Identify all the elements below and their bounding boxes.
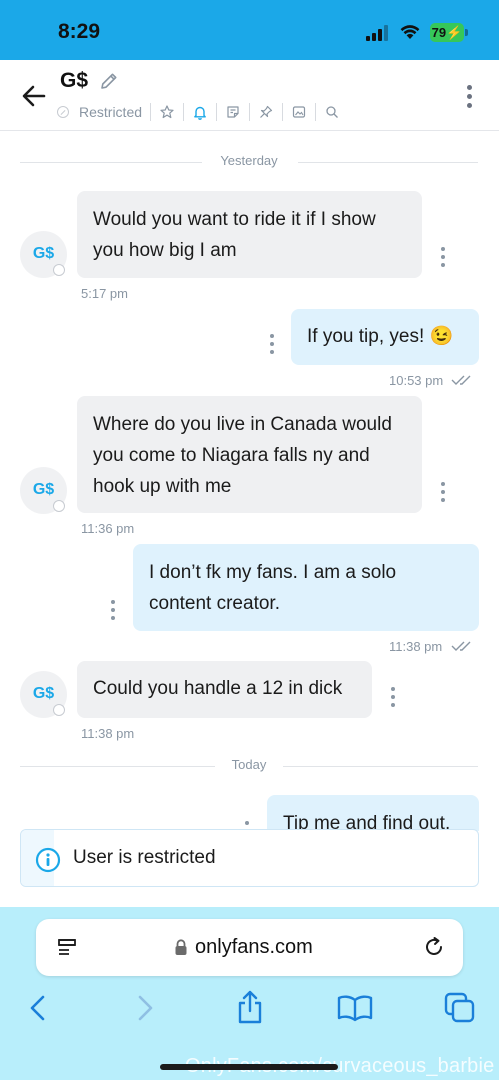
message-incoming[interactable]: Could you handle a 12 in dick xyxy=(77,661,372,718)
divider xyxy=(282,103,284,121)
avatar-initials: G$ xyxy=(32,245,55,262)
reader-mode-icon[interactable] xyxy=(57,937,77,957)
restricted-icon xyxy=(57,106,69,118)
avatar[interactable]: G$ xyxy=(20,231,67,278)
message-incoming[interactable]: Would you want to ride it if I show you … xyxy=(77,191,422,278)
status-time: 8:29 xyxy=(58,20,101,43)
date-divider-today: Today xyxy=(20,756,478,776)
message-options-icon[interactable] xyxy=(440,482,446,502)
forward-icon[interactable] xyxy=(135,994,155,1022)
message-time: 11:38 pm xyxy=(389,639,443,654)
home-indicator[interactable] xyxy=(160,1064,338,1070)
message-time: 10:53 pm xyxy=(389,373,444,388)
chat-header: G$ Restricted xyxy=(0,60,499,131)
star-icon[interactable] xyxy=(156,102,178,122)
image-icon[interactable] xyxy=(288,102,310,122)
back-arrow-icon[interactable] xyxy=(20,82,48,110)
status-bar: 8:29 79⚡ xyxy=(0,0,499,60)
divider xyxy=(249,103,251,121)
restricted-banner-text: User is restricted xyxy=(73,847,216,868)
message-time: 11:36 pm xyxy=(81,521,135,536)
avatar[interactable]: G$ xyxy=(20,671,67,718)
restricted-badge xyxy=(53,704,65,716)
battery-indicator: 79⚡ xyxy=(430,23,464,42)
lock-icon xyxy=(175,939,187,955)
message-options-icon[interactable] xyxy=(269,334,275,354)
message-time: 11:38 pm xyxy=(81,726,135,741)
restricted-banner: User is restricted xyxy=(20,829,479,887)
divider xyxy=(315,103,317,121)
note-icon[interactable] xyxy=(222,102,244,122)
date-divider-label: Yesterday xyxy=(220,153,278,168)
header-toolbar: Restricted xyxy=(57,102,343,122)
message-text: I don’t fk my fans. I am a solo content … xyxy=(149,562,397,614)
message-options-icon[interactable] xyxy=(440,247,446,267)
message-options-icon[interactable] xyxy=(110,600,116,620)
back-icon[interactable] xyxy=(28,994,48,1022)
info-icon xyxy=(35,847,61,873)
share-icon[interactable] xyxy=(235,989,265,1025)
url-domain[interactable]: onlyfans.com xyxy=(195,936,313,959)
restricted-label[interactable]: Restricted xyxy=(79,104,142,120)
pencil-icon[interactable] xyxy=(99,71,119,91)
date-divider-label: Today xyxy=(231,757,267,772)
bell-icon[interactable] xyxy=(189,102,211,122)
message-outgoing[interactable]: I don’t fk my fans. I am a solo content … xyxy=(133,544,479,631)
message-text: Would you want to ride it if I show you … xyxy=(93,209,376,261)
browser-toolbar: onlyfans.com OnlyFans.com/curvaceous_bar… xyxy=(0,907,499,1080)
message-options-icon[interactable] xyxy=(390,687,396,707)
address-bar[interactable]: onlyfans.com xyxy=(36,919,463,976)
pin-icon[interactable] xyxy=(255,102,277,122)
tabs-icon[interactable] xyxy=(444,992,476,1024)
message-text: Could you handle a 12 in dick xyxy=(93,678,343,699)
reload-icon[interactable] xyxy=(422,935,446,959)
bookmarks-icon[interactable] xyxy=(337,994,373,1022)
message-outgoing[interactable]: If you tip, yes! 😉 xyxy=(291,309,479,365)
message-text: Where do you live in Canada would you co… xyxy=(93,414,392,497)
avatar-initials: G$ xyxy=(32,685,55,702)
avatar-initials: G$ xyxy=(32,481,55,498)
chat-name[interactable]: G$ xyxy=(60,69,88,93)
chat-thread: Yesterday G$ Would you want to ride it i… xyxy=(0,131,499,831)
message-time: 5:17 pm xyxy=(81,286,128,301)
battery-level: 79 xyxy=(431,25,447,40)
restricted-badge xyxy=(53,500,65,512)
cellular-signal-icon xyxy=(366,25,390,41)
restricted-badge xyxy=(53,264,65,276)
message-outgoing[interactable]: Tip me and find out. xyxy=(267,795,479,831)
charging-icon: ⚡ xyxy=(446,25,463,40)
date-divider-yesterday: Yesterday xyxy=(20,152,478,172)
message-text: If you tip, yes! 😉 xyxy=(307,326,454,347)
divider xyxy=(216,103,218,121)
divider xyxy=(150,103,152,121)
wifi-icon xyxy=(400,25,420,39)
avatar[interactable]: G$ xyxy=(20,467,67,514)
search-icon[interactable] xyxy=(321,102,343,122)
divider xyxy=(183,103,185,121)
message-incoming[interactable]: Where do you live in Canada would you co… xyxy=(77,396,422,513)
read-receipt-icon xyxy=(451,375,471,385)
more-options-icon[interactable] xyxy=(465,85,473,109)
read-receipt-icon xyxy=(451,641,471,651)
battery-cap xyxy=(465,29,468,36)
